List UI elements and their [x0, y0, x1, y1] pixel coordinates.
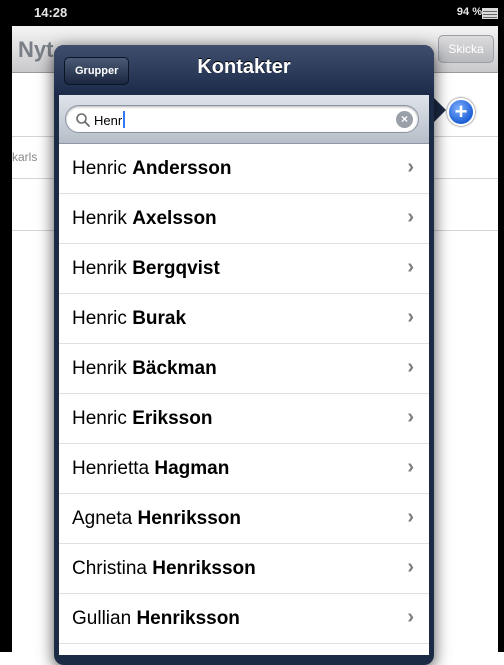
- contact-last-name: Henriksson: [137, 508, 241, 529]
- contact-first-name: Henrietta: [72, 458, 150, 479]
- list-item[interactable]: Henric Burak ›: [59, 294, 429, 344]
- contact-name: Christina Henriksson: [72, 558, 256, 580]
- clear-search-icon[interactable]: ×: [396, 111, 413, 128]
- chevron-right-icon: ›: [407, 606, 414, 628]
- search-icon: [76, 113, 90, 127]
- search-query: Henr: [94, 111, 126, 128]
- list-item[interactable]: Henrik Axelsson ›: [59, 194, 429, 244]
- list-item[interactable]: Henric Eriksson ›: [59, 394, 429, 444]
- chevron-right-icon: ›: [407, 206, 414, 228]
- background-field-text: karls: [12, 150, 38, 164]
- chevron-right-icon: ›: [407, 256, 414, 278]
- background-title: Nyt: [18, 37, 54, 62]
- search-bar: Henr ×: [59, 95, 429, 144]
- contact-first-name: Gullian: [72, 608, 132, 629]
- contact-last-name: Bäckman: [132, 358, 217, 379]
- contact-first-name: Henrik: [72, 208, 127, 229]
- chevron-right-icon: ›: [407, 406, 414, 428]
- search-query-text: Henr: [94, 113, 123, 128]
- list-item[interactable]: Gullian Henriksson ›: [59, 594, 429, 644]
- contacts-popover: Kontakter Grupper Henr × Henric Andersso…: [54, 45, 434, 665]
- contact-last-name: Eriksson: [132, 408, 213, 429]
- contact-name: Henrietta Hagman: [72, 458, 229, 480]
- contact-last-name: Andersson: [132, 158, 232, 179]
- contact-name: Henric Eriksson: [72, 408, 212, 430]
- contacts-content: Henr × Henric Andersson › Henrik Axelsso…: [59, 95, 429, 655]
- add-contact-plus-icon[interactable]: +: [447, 98, 475, 126]
- list-item[interactable]: Henric Andersson ›: [59, 144, 429, 194]
- contact-last-name: Henriksson: [136, 608, 240, 629]
- contact-name: Agneta Henriksson: [72, 508, 241, 530]
- popover-arrow: [432, 96, 446, 124]
- contact-name: Henrik Axelsson: [72, 208, 217, 230]
- chevron-right-icon: ›: [407, 356, 414, 378]
- battery-percentage: 94 %: [456, 6, 482, 18]
- list-item[interactable]: Henrietta Hagman ›: [59, 444, 429, 494]
- chevron-right-icon: ›: [407, 556, 414, 578]
- contact-first-name: Agneta: [72, 508, 133, 529]
- status-time: 14:28: [34, 5, 68, 20]
- contact-last-name: Burak: [132, 308, 187, 329]
- status-bar: 14:28 94 %: [0, 0, 504, 26]
- contact-list: Henric Andersson › Henrik Axelsson › Hen…: [59, 144, 429, 644]
- popover-header: Kontakter Grupper: [54, 45, 434, 95]
- contact-name: Henric Burak: [72, 308, 186, 330]
- contact-first-name: Henric: [72, 158, 127, 179]
- contact-first-name: Henric: [72, 408, 127, 429]
- chevron-right-icon: ›: [407, 306, 414, 328]
- text-cursor: [123, 111, 126, 128]
- contact-name: Henrik Bäckman: [72, 358, 217, 380]
- contact-first-name: Christina: [72, 558, 147, 579]
- contact-name: Henrik Bergqvist: [72, 258, 220, 280]
- list-item[interactable]: Christina Henriksson ›: [59, 544, 429, 594]
- contact-name: Henric Andersson: [72, 158, 231, 180]
- send-button[interactable]: Skicka: [438, 35, 494, 63]
- contact-last-name: Axelsson: [132, 208, 217, 229]
- search-input[interactable]: Henr ×: [65, 105, 419, 133]
- list-item[interactable]: Agneta Henriksson ›: [59, 494, 429, 544]
- contact-first-name: Henrik: [72, 258, 127, 279]
- battery-icon: [482, 8, 498, 19]
- chevron-right-icon: ›: [407, 156, 414, 178]
- contact-first-name: Henrik: [72, 358, 127, 379]
- contact-last-name: Hagman: [154, 458, 230, 479]
- contact-last-name: Bergqvist: [132, 258, 220, 279]
- groups-button[interactable]: Grupper: [64, 57, 130, 85]
- list-item[interactable]: Henrik Bergqvist ›: [59, 244, 429, 294]
- chevron-right-icon: ›: [407, 506, 414, 528]
- list-item[interactable]: Henrik Bäckman ›: [59, 344, 429, 394]
- contact-last-name: Henriksson: [152, 558, 256, 579]
- contact-name: Gullian Henriksson: [72, 608, 240, 630]
- contact-first-name: Henric: [72, 308, 127, 329]
- chevron-right-icon: ›: [407, 456, 414, 478]
